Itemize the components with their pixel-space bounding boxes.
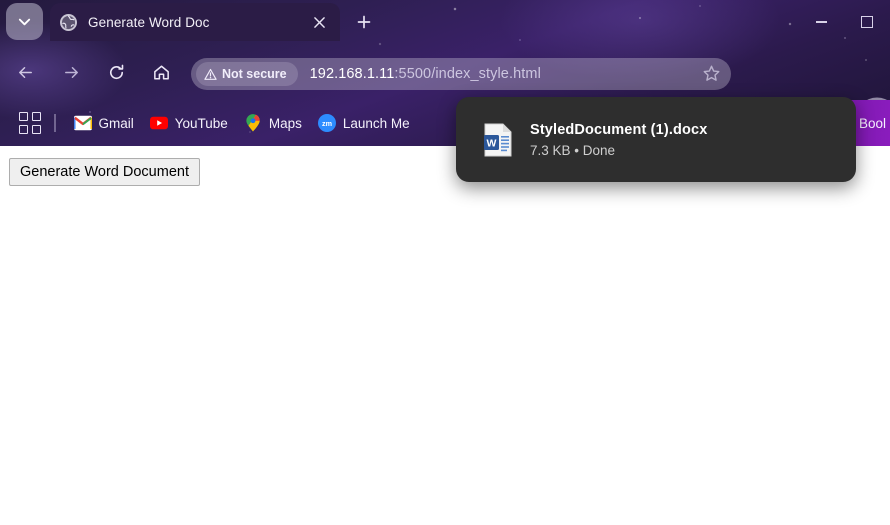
forward-button[interactable] xyxy=(57,58,85,86)
minimize-icon xyxy=(815,21,827,23)
close-icon[interactable] xyxy=(308,11,330,33)
bookmark-item-gmail[interactable]: Gmail xyxy=(66,110,142,136)
url-port: :5500 xyxy=(394,66,432,82)
home-icon xyxy=(153,64,169,80)
youtube-icon xyxy=(149,116,168,130)
generate-word-document-button[interactable]: Generate Word Document xyxy=(9,158,200,186)
apps-grid-icon[interactable] xyxy=(18,111,42,135)
gmail-icon xyxy=(73,115,92,131)
zoom-icon: zm xyxy=(317,114,336,132)
page-content: Generate Word Document xyxy=(0,146,890,525)
bookmark-label: Gmail xyxy=(98,115,134,131)
tab-title: Generate Word Doc xyxy=(88,14,210,30)
bookmark-item-maps[interactable]: Maps xyxy=(236,110,310,136)
url-host: 192.168.1.11 xyxy=(309,66,395,82)
browser-tab[interactable]: Generate Word Doc xyxy=(50,3,340,41)
word-document-icon: W xyxy=(483,123,513,157)
arrow-left-icon xyxy=(18,66,32,78)
star-icon xyxy=(703,65,720,81)
bookmark-star-button[interactable] xyxy=(702,64,722,84)
chevron-down-icon xyxy=(18,18,31,26)
browser-toolbar: Not secure 192.168.1.11:5500/index_style… xyxy=(0,44,890,138)
warning-triangle-icon xyxy=(204,68,217,80)
url-text: 192.168.1.11:5500/index_style.html xyxy=(310,66,541,82)
security-status-label: Not secure xyxy=(222,67,287,81)
window-controls xyxy=(798,0,890,44)
download-filename: StyledDocument (1).docx xyxy=(530,121,708,138)
bookmarks-overflow-label: Bool xyxy=(858,115,886,131)
tab-search-button[interactable] xyxy=(6,3,43,40)
bookmark-item-youtube[interactable]: YouTube xyxy=(142,110,236,136)
new-tab-button[interactable] xyxy=(350,8,378,36)
maximize-button[interactable] xyxy=(844,0,890,44)
browser-window: Generate Word Doc Not secure 192.168.1.1… xyxy=(0,0,890,525)
security-status-badge[interactable]: Not secure xyxy=(196,62,298,86)
home-button[interactable] xyxy=(147,58,175,86)
tab-strip: Generate Word Doc xyxy=(0,0,890,44)
bookmark-label: Maps xyxy=(268,115,302,131)
url-path: /index_style.html xyxy=(431,66,541,82)
address-bar[interactable]: Not secure 192.168.1.11:5500/index_style… xyxy=(191,58,731,90)
minimize-button[interactable] xyxy=(798,0,844,44)
download-notification-bubble[interactable]: W StyledDocument (1).docx 7.3 KB • Done xyxy=(456,97,856,182)
svg-text:zm: zm xyxy=(322,119,332,128)
svg-text:W: W xyxy=(487,137,497,149)
plus-icon xyxy=(357,15,371,29)
download-info: StyledDocument (1).docx 7.3 KB • Done xyxy=(530,122,707,158)
bookmark-label: YouTube xyxy=(174,115,228,131)
download-status: 7.3 KB • Done xyxy=(530,142,616,158)
bookmarks-divider xyxy=(54,114,56,132)
back-button[interactable] xyxy=(11,58,39,86)
reload-button[interactable] xyxy=(102,58,130,86)
reload-icon xyxy=(109,64,123,79)
maximize-icon xyxy=(861,16,873,28)
google-maps-icon xyxy=(246,114,260,132)
arrow-right-icon xyxy=(64,66,78,78)
bookmark-item-launch-meeting[interactable]: zm Launch Me xyxy=(310,110,418,136)
bookmark-label: Launch Me xyxy=(342,115,410,131)
globe-icon xyxy=(60,13,77,31)
